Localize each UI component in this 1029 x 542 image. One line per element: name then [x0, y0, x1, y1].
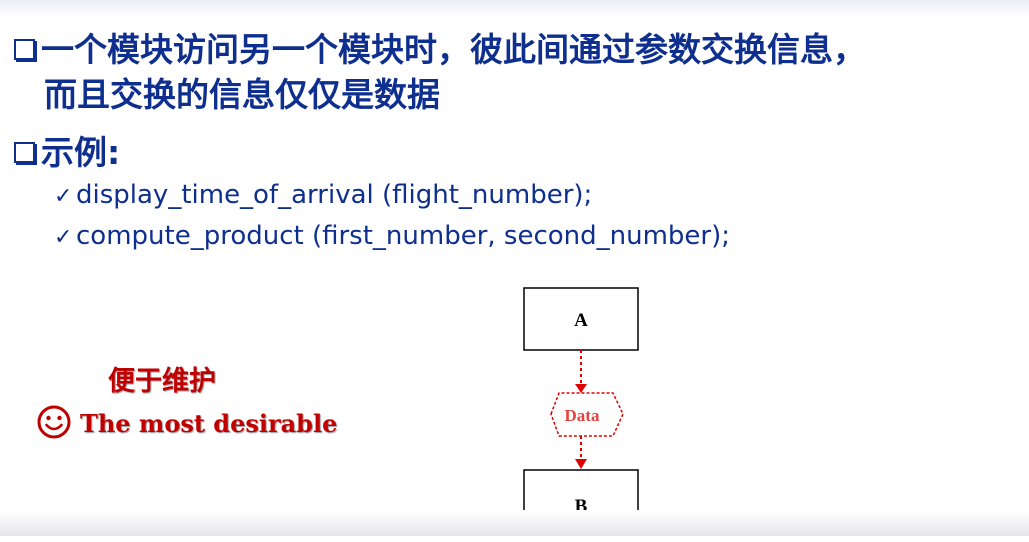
maintainability-heading: 便于维护	[108, 366, 216, 397]
data-label: Data	[565, 406, 600, 425]
bullet-point-examples: 示例:	[14, 131, 120, 175]
smiley-face-icon	[37, 405, 71, 439]
example-item: ✓ compute_product (first_number, second_n…	[54, 219, 730, 255]
bullet-point-data-coupling-definition: 一个模块访问另一个模块时，彼此间通过参数交换信息，	[14, 28, 866, 72]
example-item: ✓ display_time_of_arrival (flight_number)…	[54, 178, 592, 214]
check-mark-icon: ✓	[54, 184, 73, 209]
example-code-text: compute_product (first_number, second_nu…	[76, 221, 731, 251]
bottom-decoration-band	[0, 510, 1029, 536]
arrow-head-icon	[575, 459, 587, 469]
hollow-square-bullet-icon	[14, 142, 35, 163]
example-code-text: display_time_of_arrival (flight_number);	[76, 180, 593, 210]
top-decoration-band	[0, 0, 1029, 16]
check-mark-icon: ✓	[54, 225, 73, 250]
bullet-point-continuation: 而且交换的信息仅仅是数据	[44, 73, 440, 117]
desirable-text: The most desirable	[80, 409, 338, 438]
bullet-text-examples: 示例:	[41, 133, 121, 172]
bullet-text-line1-continuation: 而且交换的信息仅仅是数据	[44, 75, 440, 114]
arrow-head-icon	[575, 384, 587, 393]
bullet-text-line1: 一个模块访问另一个模块时，彼此间通过参数交换信息，	[41, 30, 866, 69]
module-a-label: A	[574, 310, 588, 331]
desirable-note: The most desirable	[36, 405, 337, 439]
hollow-square-bullet-icon	[14, 39, 35, 60]
data-coupling-diagram: A Data B	[523, 287, 639, 535]
